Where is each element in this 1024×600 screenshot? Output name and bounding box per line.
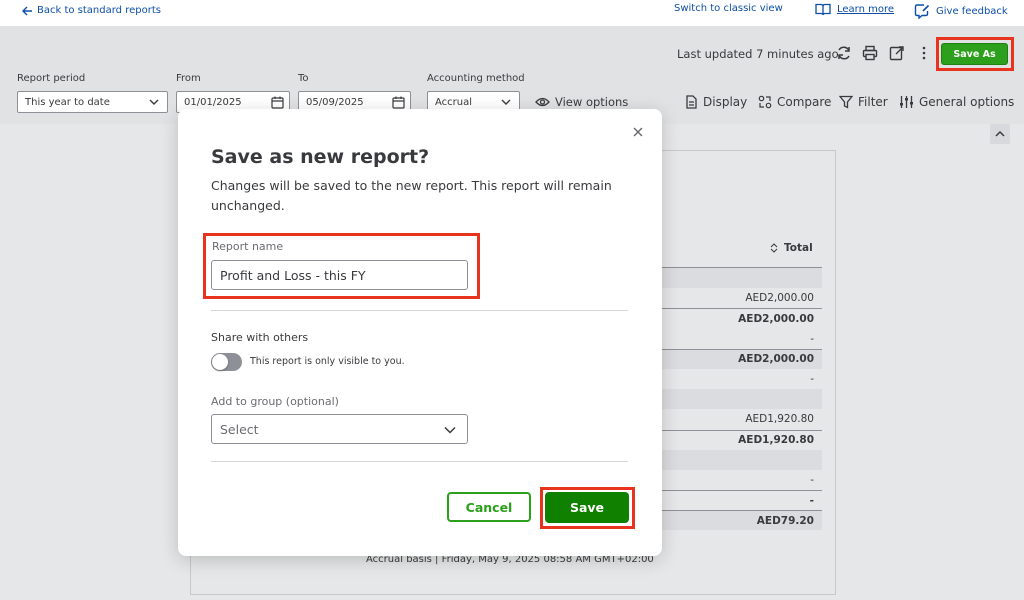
save-as-button[interactable]: Save As [941,43,1008,65]
group-select-value: Select [220,421,259,437]
divider [211,310,628,311]
back-link-label: Back to standard reports [37,5,161,16]
report-name-label: Report name [212,240,284,253]
chevron-down-icon [501,99,511,105]
learn-more-label: Learn more [837,4,895,15]
feedback-icon [914,4,930,19]
chevron-up-icon [995,130,1005,137]
compare-icon [758,95,772,109]
to-date-value: 05/09/2025 [306,96,364,108]
compare-button[interactable]: Compare [758,95,831,109]
chevron-down-icon [149,99,159,105]
from-label: From [176,73,201,84]
print-icon[interactable] [862,45,878,61]
cancel-button[interactable]: Cancel [447,492,531,522]
add-group-label: Add to group (optional) [211,395,339,408]
filter-button[interactable]: Filter [839,95,888,109]
accounting-method-label: Accounting method [427,73,525,84]
arrow-left-icon [22,6,32,15]
switch-classic-view-link[interactable]: Switch to classic view [674,3,783,14]
save-button[interactable]: Save [545,492,629,523]
calendar-icon[interactable] [271,96,284,109]
share-label: Share with others [211,331,309,344]
sliders-icon [900,96,913,108]
back-to-reports-link[interactable]: Back to standard reports [22,5,161,16]
more-options-icon[interactable] [916,45,932,61]
save-as-dialog: Save as new report? Changes will be save… [178,109,662,556]
dialog-description: Changes will be saved to the new report.… [211,178,612,213]
sort-icon [770,243,778,253]
total-column-header[interactable]: Total [770,242,813,254]
book-icon [815,3,831,16]
eye-icon [535,97,550,107]
calendar-icon[interactable] [392,96,405,109]
total-header-label: Total [784,242,813,254]
to-label: To [298,73,309,84]
report-period-value: This year to date [25,96,110,108]
view-options-label: View options [555,95,629,109]
export-icon[interactable] [889,45,905,61]
accounting-method-value: Accrual [435,96,473,108]
last-updated-text: Last updated 7 minutes ago [677,47,839,61]
from-date-value: 01/01/2025 [184,96,242,108]
give-feedback-link[interactable]: Give feedback [914,3,1008,19]
filter-label: Filter [858,95,888,109]
learn-more-link[interactable]: Learn more [815,3,894,16]
display-label: Display [703,95,748,109]
refresh-icon[interactable] [836,45,852,61]
divider [211,461,628,462]
give-feedback-label: Give feedback [936,5,1008,17]
close-icon[interactable] [631,125,645,139]
general-options-button[interactable]: General options [899,95,1014,109]
toggle-knob [212,354,228,370]
dialog-title: Save as new report? [211,146,430,168]
filter-icon [839,95,853,109]
compare-label: Compare [777,95,832,109]
share-toggle[interactable] [211,353,242,371]
view-options-button[interactable]: View options [535,95,628,109]
collapse-toolbar-button[interactable] [990,124,1010,144]
general-options-label: General options [919,95,1015,109]
document-icon [686,95,697,109]
display-button[interactable]: Display [685,95,747,109]
chevron-down-icon [444,426,456,434]
report-period-label: Report period [17,73,86,84]
top-bar: Back to standard reports Switch to class… [0,0,1024,26]
share-toggle-label: This report is only visible to you. [250,356,405,367]
add-group-select[interactable]: Select [211,414,468,444]
report-period-select[interactable]: This year to date [17,91,168,113]
report-name-input[interactable]: Profit and Loss - this FY [211,260,468,290]
